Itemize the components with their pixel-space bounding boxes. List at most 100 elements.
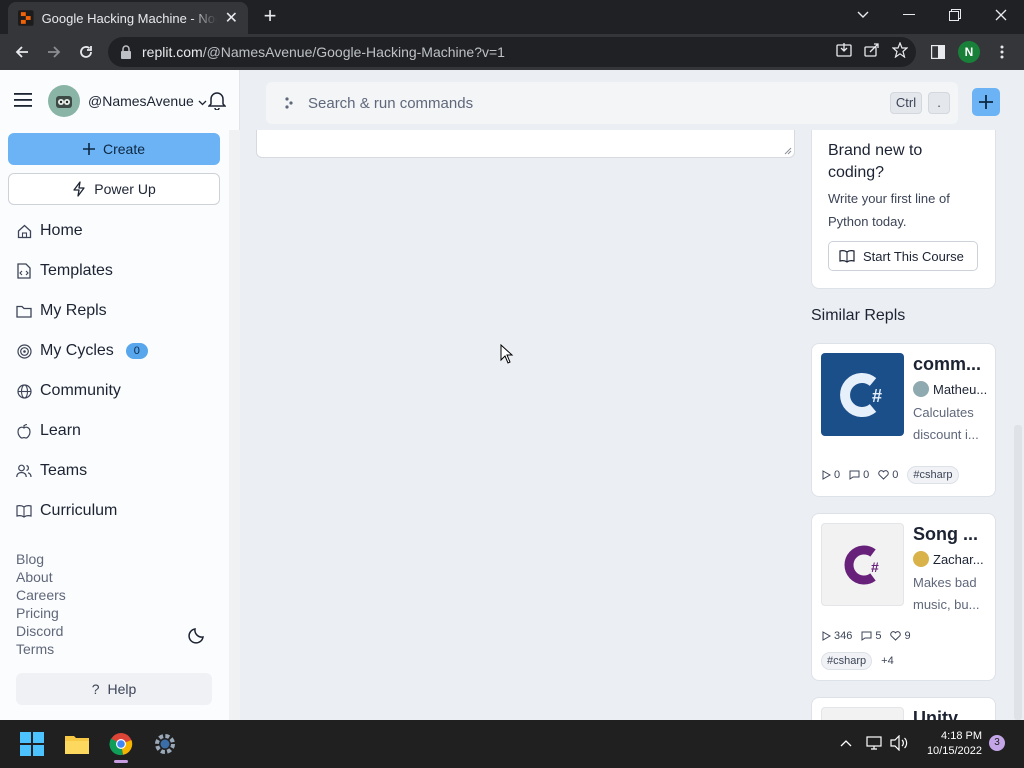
repl-card[interactable]: Unity <box>811 697 996 720</box>
network-icon[interactable] <box>866 735 882 751</box>
profile-avatar[interactable]: N <box>958 41 980 63</box>
address-bar[interactable]: replit.com/@NamesAvenue/Google-Hacking-M… <box>108 37 916 67</box>
forward-button[interactable] <box>42 40 66 64</box>
bookmark-star-icon[interactable] <box>892 42 908 58</box>
close-window-button[interactable] <box>978 0 1024 30</box>
footer-link-discord[interactable]: Discord <box>16 622 66 640</box>
tray-chevron-up-icon[interactable] <box>840 739 852 747</box>
sidebar-item-label: Templates <box>40 262 113 279</box>
comments-stat: 5 <box>861 630 881 642</box>
repl-description: Calculates discount i... <box>913 405 979 442</box>
replit-favicon-icon <box>18 10 34 26</box>
theme-toggle-moon-icon[interactable] <box>188 626 206 644</box>
runs-count: 0 <box>834 469 841 481</box>
windows-start-icon[interactable] <box>16 728 48 760</box>
settings-gear-icon[interactable] <box>149 728 181 760</box>
back-button[interactable] <box>10 40 34 64</box>
sidebar-item-templates[interactable]: Templates <box>16 256 216 286</box>
heart-icon <box>878 470 889 480</box>
repl-title[interactable]: comm... <box>913 354 993 375</box>
sidebar-item-my-repls[interactable]: My Repls <box>16 296 216 326</box>
browser-tab[interactable]: Google Hacking Machine - NodeJS ✕ <box>8 2 248 34</box>
repl-card[interactable]: # comm... Matheu... Calculates discount … <box>811 343 996 497</box>
likes-count: 9 <box>904 630 911 642</box>
book-icon <box>16 503 32 519</box>
sidebar-item-label: Home <box>40 222 83 239</box>
tab-search-icon[interactable] <box>840 0 886 30</box>
minimize-button[interactable] <box>886 0 932 30</box>
volume-icon[interactable] <box>890 735 908 751</box>
menu-kebab-icon[interactable] <box>990 40 1014 64</box>
footer-link-about[interactable]: About <box>16 568 66 586</box>
svg-text:#: # <box>872 386 882 406</box>
chrome-icon[interactable] <box>105 728 137 760</box>
clock-time: 4:18 PM <box>941 730 982 742</box>
sidebar-item-community[interactable]: Community <box>16 376 216 406</box>
course-title: Brand new to coding? <box>828 142 923 181</box>
share-icon[interactable] <box>864 42 880 58</box>
command-search-bar[interactable]: Search & run commands Ctrl . <box>266 82 958 124</box>
repl-title[interactable]: Song ... <box>913 524 993 545</box>
side-panel-icon[interactable] <box>926 40 950 64</box>
sidebar-item-my-cycles[interactable]: My Cycles 0 <box>16 336 216 366</box>
resize-handle-icon[interactable] <box>784 147 792 155</box>
footer-link-terms[interactable]: Terms <box>16 640 66 658</box>
repl-stats: 0 0 0 #csharp <box>821 466 959 484</box>
tab-close-icon[interactable]: ✕ <box>225 8 238 28</box>
repl-tag[interactable]: #csharp <box>907 466 959 484</box>
runs-stat: 0 <box>821 469 840 481</box>
repl-title[interactable]: Unity <box>913 708 993 720</box>
page-scrollbar-thumb[interactable] <box>1014 425 1022 720</box>
sidebar-item-home[interactable]: Home <box>16 216 216 246</box>
taskbar-clock[interactable]: 4:18 PM 10/15/2022 <box>918 729 982 759</box>
repl-thumbnail <box>821 707 904 720</box>
new-tab-button[interactable]: + <box>258 5 282 29</box>
similar-repls-heading: Similar Repls <box>811 307 906 324</box>
csharp-logo-icon: # <box>821 523 904 606</box>
sidebar-item-teams[interactable]: Teams <box>16 456 216 486</box>
sidebar-item-learn[interactable]: Learn <box>16 416 216 446</box>
repl-card[interactable]: # Song ... Zachar... Makes bad music, bu… <box>811 513 996 681</box>
command-icon <box>285 97 293 109</box>
restore-button[interactable] <box>932 0 978 30</box>
url-path: /@NamesAvenue/Google-Hacking-Machine?v=1 <box>202 44 505 60</box>
browser-titlebar: Google Hacking Machine - NodeJS ✕ + <box>0 0 1024 34</box>
runs-count: 346 <box>834 630 853 642</box>
start-course-button[interactable]: Start This Course <box>828 241 978 271</box>
footer-link-careers[interactable]: Careers <box>16 586 66 604</box>
footer-link-blog[interactable]: Blog <box>16 550 66 568</box>
lock-icon <box>121 45 131 59</box>
hamburger-menu-icon[interactable] <box>14 93 32 107</box>
notifications-bell-icon[interactable] <box>208 90 226 110</box>
likes-stat[interactable]: 0 <box>878 469 898 481</box>
sidebar-scrollbar[interactable] <box>229 130 240 720</box>
repl-tag[interactable]: #csharp <box>821 652 873 670</box>
repl-author[interactable]: Matheu... <box>913 381 993 397</box>
username-dropdown[interactable]: @NamesAvenue <box>88 93 207 109</box>
user-avatar[interactable] <box>48 85 80 117</box>
help-button[interactable]: ? Help <box>16 673 212 705</box>
file-explorer-icon[interactable] <box>61 728 93 760</box>
more-tags[interactable]: +4 <box>881 655 894 667</box>
csharp-logo-icon: # <box>821 353 904 436</box>
url-text: replit.com/@NamesAvenue/Google-Hacking-M… <box>142 44 505 60</box>
repl-author[interactable]: Zachar... <box>913 551 993 567</box>
reload-button[interactable] <box>74 40 98 64</box>
replit-page: @NamesAvenue Create Power Up Home Templa… <box>0 70 1024 720</box>
author-avatar <box>913 551 929 567</box>
mouse-cursor-icon <box>500 344 514 364</box>
create-button[interactable]: Create <box>8 133 220 165</box>
footer-link-pricing[interactable]: Pricing <box>16 604 66 622</box>
plus-icon <box>82 143 95 155</box>
heart-icon <box>890 631 902 641</box>
new-repl-plus-button[interactable] <box>972 88 1000 116</box>
notification-badge[interactable]: 3 <box>989 735 1005 751</box>
description-textarea[interactable] <box>256 130 795 158</box>
globe-icon <box>16 383 32 399</box>
install-app-icon[interactable] <box>836 42 852 58</box>
sidebar-item-curriculum[interactable]: Curriculum <box>16 496 216 526</box>
likes-stat[interactable]: 9 <box>890 630 911 642</box>
sidebar-item-label: Teams <box>40 462 88 479</box>
power-up-button[interactable]: Power Up <box>8 173 220 205</box>
folder-icon <box>16 303 32 319</box>
